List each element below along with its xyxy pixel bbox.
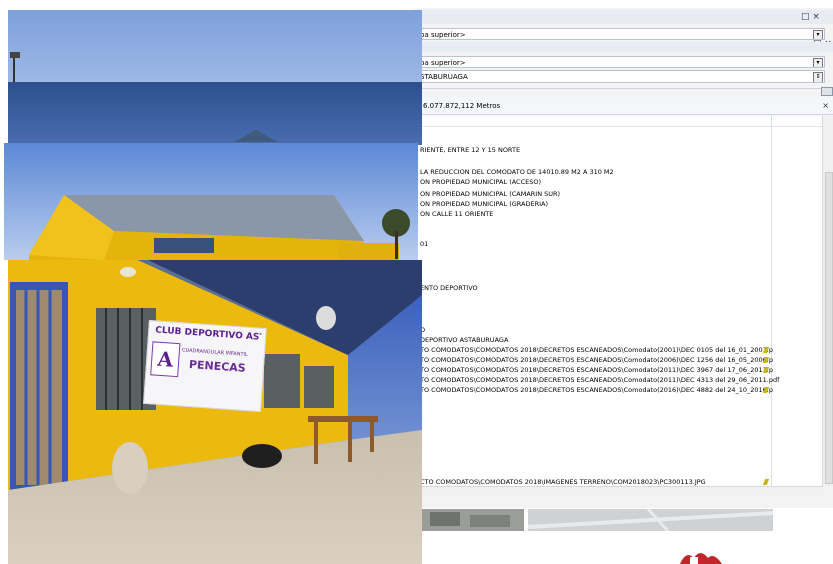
row-divider	[415, 126, 823, 127]
attribute-row[interactable]: TO COMODATOS\COMODATOS 2018\DECRETOS ESC…	[420, 366, 773, 374]
aerial-texture	[420, 509, 524, 531]
attribute-row[interactable]: RIENTE, ENTRE 12 Y 15 NORTE	[420, 146, 520, 154]
photo-3-scene	[4, 143, 418, 260]
banner-subtitle: CUADRANGULAR INFANTIL	[181, 347, 248, 358]
banner-logo-icon: A	[150, 341, 181, 378]
site-photo-2	[8, 82, 422, 145]
attribute-row[interactable]: ON PROPIEDAD MUNICIPAL (ACCESO)	[420, 178, 541, 186]
attribute-row[interactable]: TO COMODATOS\COMODATOS 2018\DECRETOS ESC…	[420, 356, 773, 364]
panel-toggle-icon[interactable]	[821, 87, 833, 96]
vertical-scrollbar[interactable]	[822, 116, 833, 486]
chevron-down-icon[interactable]: ▾	[813, 58, 823, 67]
gis-attribute-window: □ × pa superior> ▾ □ × pa superior> ▾ ST…	[415, 8, 833, 508]
horizontal-scrollbar[interactable]	[415, 486, 823, 495]
map-thumbnail-streets	[527, 507, 774, 533]
site-photo-4: CLUB DEPORTIVO ASTABURUAGA A CUADRANGULA…	[8, 260, 422, 564]
maximize-close-icon[interactable]: □ ×	[801, 12, 820, 22]
street-texture	[527, 507, 774, 533]
photo-4-scene	[8, 260, 422, 564]
attribute-row[interactable]: DEPORTIVO ASTABURUAGA	[420, 336, 508, 344]
banner-title: CLUB DEPORTIVO ASTABURUAGA	[154, 325, 262, 343]
attribute-row[interactable]: TO COMODATOS\COMODATOS 2018\DECRETOS ESC…	[420, 346, 773, 354]
club-banner: CLUB DEPORTIVO ASTABURUAGA A CUADRANGULA…	[143, 320, 267, 413]
municipal-logo-icon	[680, 553, 722, 564]
attribute-row[interactable]: ON PROPIEDAD MUNICIPAL (GRADERIA)	[420, 200, 548, 208]
close-icon[interactable]: ×	[822, 97, 829, 115]
combo-value: pa superior>	[420, 59, 466, 67]
measure-header: 6.077.872,112 Metros ×	[415, 97, 833, 115]
window-titlebar	[415, 10, 833, 24]
layer-combo-1[interactable]: pa superior> ▾	[415, 28, 825, 40]
layer-combo-2[interactable]: pa superior> ▾	[415, 56, 825, 68]
measure-value: 6.077.872,112 Metros	[423, 102, 501, 110]
subwindow-titlebar	[415, 42, 833, 52]
attribute-row[interactable]: ON CALLE 11 ORIENTE	[420, 210, 493, 218]
banner-name: PENECAS	[188, 357, 247, 375]
chevron-updown-icon[interactable]: ⇕	[813, 72, 823, 82]
attribute-row[interactable]: ENTO DEPORTIVO	[420, 284, 478, 292]
site-photo-1	[8, 10, 422, 83]
attribute-row[interactable]: TO COMODATOS\COMODATOS 2018\DECRETOS ESC…	[420, 376, 779, 384]
attribute-row[interactable]: ON PROPIEDAD MUNICIPAL (CAMARIN SUR)	[420, 190, 560, 198]
pencil-edit-icon[interactable]	[762, 479, 770, 485]
map-thumbnail-aerial	[420, 509, 524, 531]
attribute-row[interactable]: CTO COMODATOS\COMODATOS 2018\IMAGENES TE…	[420, 478, 706, 486]
combo-value: STABURUAGA	[420, 73, 468, 81]
photo-1-scene	[10, 52, 20, 83]
attribute-row[interactable]: TO COMODATOS\COMODATOS 2018\DECRETOS ESC…	[420, 386, 773, 394]
divider	[415, 88, 833, 89]
attribute-row[interactable]: LA REDUCCION DEL COMODATO DE 14010.89 M2…	[420, 168, 614, 176]
scroll-thumb[interactable]	[825, 172, 833, 484]
column-divider	[771, 116, 772, 486]
feature-combo[interactable]: STABURUAGA ⇕	[415, 70, 825, 83]
attribute-row[interactable]: 01	[420, 240, 428, 248]
photo-2-scene	[234, 130, 278, 142]
attribute-table: RIENTE, ENTRE 12 Y 15 NORTE LA REDUCCION …	[415, 116, 823, 486]
site-photo-3	[4, 143, 418, 260]
combo-value: pa superior>	[420, 31, 466, 39]
